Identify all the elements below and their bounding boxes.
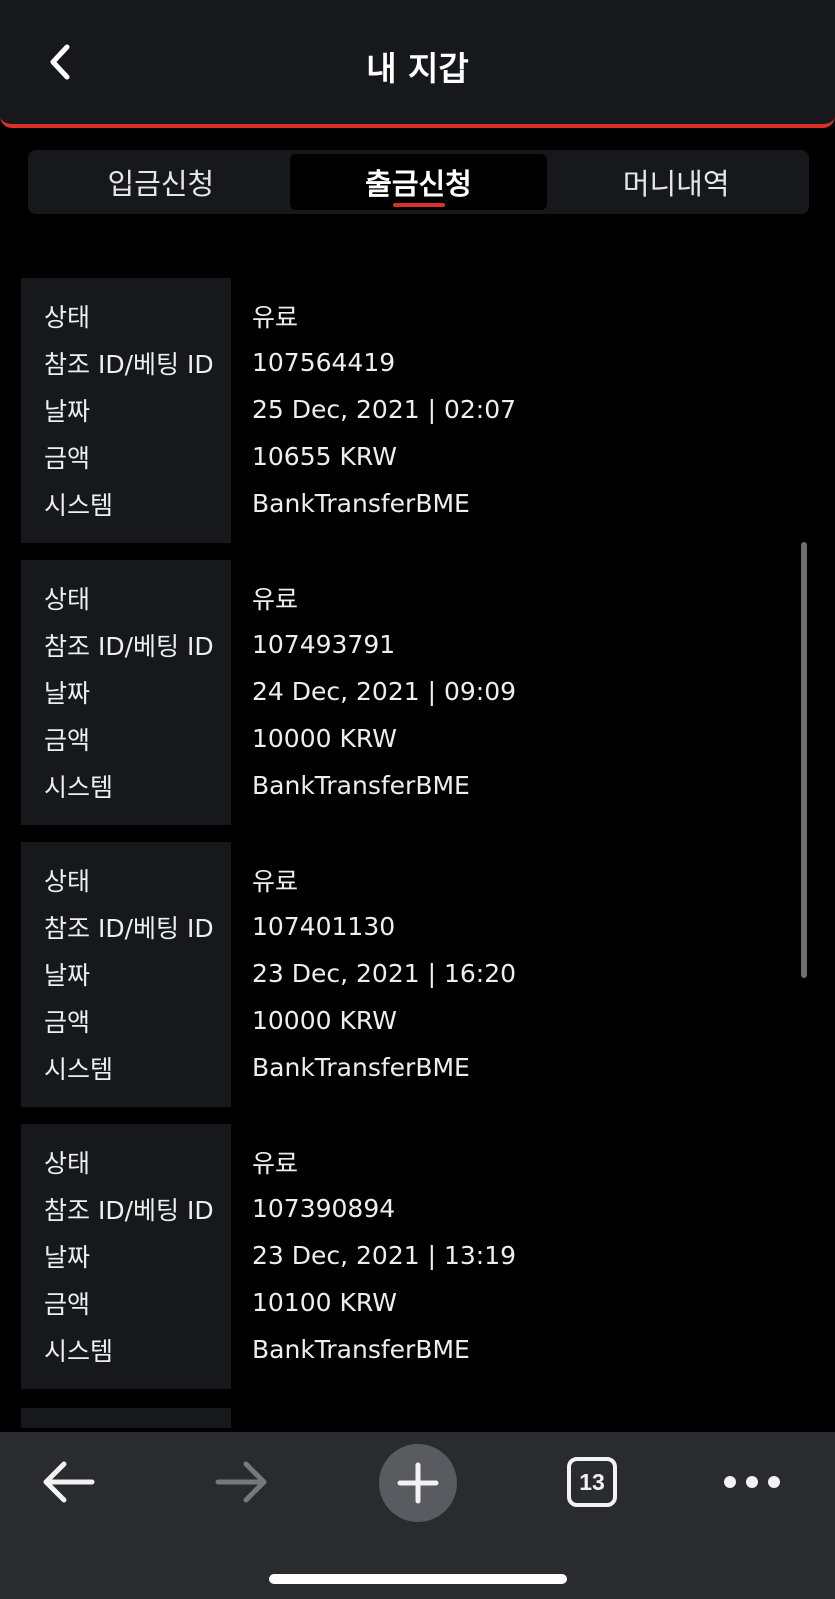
date-value: 24 Dec, 2021 | 09:09: [252, 677, 517, 706]
active-tab-indicator: [392, 203, 445, 207]
date-value: 25 Dec, 2021 | 02:07: [252, 395, 517, 424]
plus-icon: [397, 1462, 439, 1504]
browser-forward-button[interactable]: [202, 1442, 282, 1522]
browser-back-button[interactable]: [28, 1442, 108, 1522]
reference-value: 107493791: [252, 630, 396, 659]
status-row: 상태 유료: [21, 292, 801, 339]
more-button[interactable]: [712, 1442, 792, 1522]
date-label: 날짜: [44, 678, 91, 708]
system-label: 시스템: [44, 772, 114, 802]
amount-label: 금액: [44, 443, 91, 473]
arrow-left-icon: [43, 1461, 95, 1503]
status-label: 상태: [44, 302, 91, 332]
status-label: 상태: [44, 866, 91, 896]
reference-value: 107401130: [252, 912, 396, 941]
app-header: 내 지갑: [0, 0, 835, 128]
status-row: 상태 유료: [21, 856, 801, 903]
tab-label: 머니내역: [622, 167, 730, 201]
withdrawal-record: 상태 유료 참조 ID/베팅 ID 107493791 날짜 24 Dec, 2…: [21, 560, 801, 825]
amount-row: 금액 10100 KRW: [21, 1279, 801, 1326]
tabs-overview-button[interactable]: 13: [552, 1442, 632, 1522]
status-row: 상태 유료: [21, 1138, 801, 1185]
date-row: 날짜 23 Dec, 2021 | 13:19: [21, 1232, 801, 1279]
status-value: 유료: [252, 584, 299, 614]
system-row: 시스템 BankTransferBME: [21, 1326, 801, 1373]
date-row: 날짜 25 Dec, 2021 | 02:07: [21, 386, 801, 433]
tab-label: 출금신청: [365, 167, 472, 201]
date-row: 날짜 23 Dec, 2021 | 16:20: [21, 950, 801, 997]
withdrawal-record: 상태 유료 참조 ID/베팅 ID 107401130 날짜 23 Dec, 2…: [21, 842, 801, 1107]
system-row: 시스템 BankTransferBME: [21, 762, 801, 809]
reference-row: 참조 ID/베팅 ID 107493791: [21, 621, 801, 668]
tab-count-badge: 13: [567, 1457, 617, 1507]
status-value: 유료: [252, 866, 299, 896]
date-label: 날짜: [44, 960, 91, 990]
reference-row: 참조 ID/베팅 ID 107390894: [21, 1185, 801, 1232]
amount-row: 금액 10000 KRW: [21, 997, 801, 1044]
withdrawal-list: 상태 유료 참조 ID/베팅 ID 107564419 날짜 25 Dec, 2…: [21, 278, 801, 1406]
tab-withdraw-request[interactable]: 출금신청: [289, 154, 548, 210]
amount-value: 10655 KRW: [252, 442, 397, 471]
amount-label: 금액: [44, 725, 91, 755]
reference-label: 참조 ID/베팅 ID: [44, 1195, 214, 1225]
date-label: 날짜: [44, 1242, 91, 1272]
date-value: 23 Dec, 2021 | 16:20: [252, 959, 517, 988]
more-dots-icon: [724, 1476, 780, 1488]
amount-label: 금액: [44, 1289, 91, 1319]
amount-label: 금액: [44, 1007, 91, 1037]
status-value: 유료: [252, 1148, 299, 1178]
system-label: 시스템: [44, 490, 114, 520]
tab-money-history[interactable]: 머니내역: [547, 154, 805, 210]
date-label: 날짜: [44, 396, 91, 426]
status-label: 상태: [44, 584, 91, 614]
system-label: 시스템: [44, 1336, 114, 1366]
system-value: BankTransferBME: [252, 771, 470, 800]
date-value: 23 Dec, 2021 | 13:19: [252, 1241, 517, 1270]
amount-row: 금액 10000 KRW: [21, 715, 801, 762]
tab-deposit-request[interactable]: 입금신청: [32, 154, 290, 210]
reference-row: 참조 ID/베팅 ID 107401130: [21, 903, 801, 950]
new-tab-button[interactable]: [379, 1444, 457, 1522]
date-row: 날짜 24 Dec, 2021 | 09:09: [21, 668, 801, 715]
status-row: 상태 유료: [21, 574, 801, 621]
reference-value: 107390894: [252, 1194, 396, 1223]
reference-label: 참조 ID/베팅 ID: [44, 631, 214, 661]
status-label: 상태: [44, 1148, 91, 1178]
amount-row: 금액 10655 KRW: [21, 433, 801, 480]
amount-value: 10000 KRW: [252, 724, 397, 753]
system-row: 시스템 BankTransferBME: [21, 1044, 801, 1091]
withdrawal-record-partial: [21, 1408, 231, 1428]
withdrawal-record: 상태 유료 참조 ID/베팅 ID 107390894 날짜 23 Dec, 2…: [21, 1124, 801, 1389]
system-label: 시스템: [44, 1054, 114, 1084]
status-value: 유료: [252, 302, 299, 332]
reference-label: 참조 ID/베팅 ID: [44, 913, 214, 943]
reference-label: 참조 ID/베팅 ID: [44, 349, 214, 379]
system-row: 시스템 BankTransferBME: [21, 480, 801, 527]
scrollbar[interactable]: [801, 542, 807, 978]
reference-row: 참조 ID/베팅 ID 107564419: [21, 339, 801, 386]
amount-value: 10100 KRW: [252, 1288, 397, 1317]
wallet-page: 내 지갑 입금신청 출금신청 머니내역 상태 유료 참조 ID/베팅 ID 10…: [0, 0, 835, 1599]
withdrawal-record: 상태 유료 참조 ID/베팅 ID 107564419 날짜 25 Dec, 2…: [21, 278, 801, 543]
system-value: BankTransferBME: [252, 1053, 470, 1082]
system-value: BankTransferBME: [252, 489, 470, 518]
wallet-tabs: 입금신청 출금신청 머니내역: [28, 150, 809, 214]
tab-label: 입금신청: [107, 167, 215, 201]
page-title: 내 지갑: [366, 49, 469, 88]
arrow-right-icon: [215, 1461, 267, 1503]
system-value: BankTransferBME: [252, 1335, 470, 1364]
home-indicator: [269, 1574, 567, 1584]
amount-value: 10000 KRW: [252, 1006, 397, 1035]
reference-value: 107564419: [252, 348, 396, 377]
